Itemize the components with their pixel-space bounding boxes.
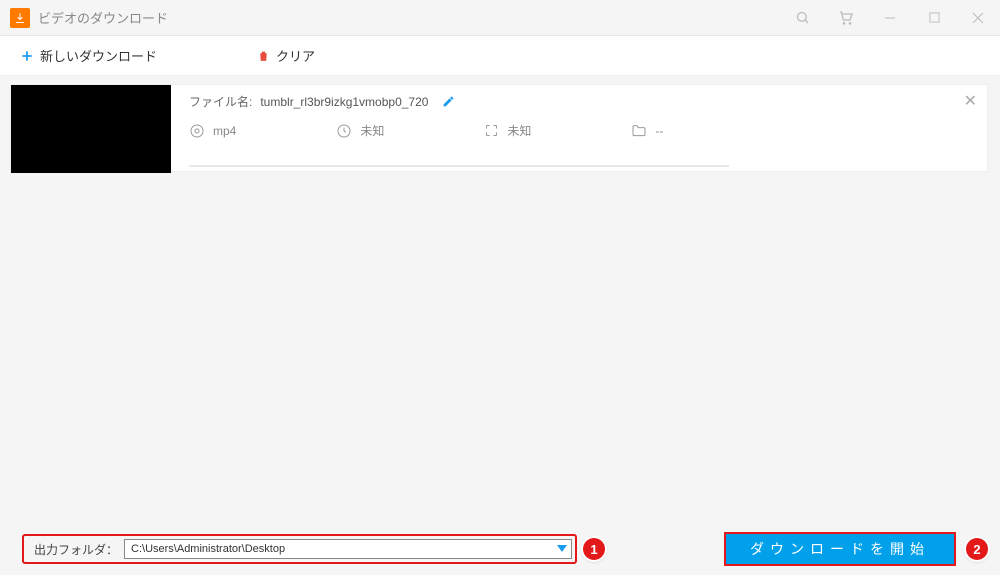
format-value: mp4: [213, 124, 236, 138]
new-download-button[interactable]: 新しいダウンロード: [0, 36, 177, 75]
titlebar: ビデオのダウンロード: [0, 0, 1000, 36]
download-item: ファイル名: tumblr_rl3br9izkg1vmobp0_720 mp4: [10, 84, 988, 172]
duration-meta: 未知: [336, 122, 384, 139]
disc-icon: [189, 123, 205, 139]
cart-icon[interactable]: [824, 0, 868, 36]
resolution-meta: 未知: [484, 122, 531, 139]
close-button[interactable]: [956, 0, 1000, 36]
duration-value: 未知: [360, 122, 384, 139]
output-folder-field[interactable]: [124, 539, 572, 559]
resolution-value: 未知: [507, 122, 531, 139]
trash-icon: [257, 49, 270, 63]
start-download-button[interactable]: ダウンロードを開始: [724, 532, 956, 566]
window-title: ビデオのダウンロード: [38, 8, 168, 27]
footer-bar: 出力フォルダ： 1 ダウンロードを開始 2: [0, 523, 1000, 575]
maximize-button[interactable]: [912, 0, 956, 36]
folder-meta: --: [631, 123, 663, 139]
progress-divider: [189, 165, 729, 167]
search-icon[interactable]: [780, 0, 824, 36]
callout-badge-1: 1: [583, 538, 605, 560]
app-icon: [10, 8, 30, 28]
edit-filename-icon[interactable]: [442, 95, 455, 108]
minimize-button[interactable]: [868, 0, 912, 36]
clock-icon: [336, 123, 352, 139]
folder-value: --: [655, 124, 663, 138]
callout-badge-2: 2: [966, 538, 988, 560]
filename-value: tumblr_rl3br9izkg1vmobp0_720: [260, 95, 428, 109]
output-folder-input[interactable]: [125, 541, 553, 557]
filename-label: ファイル名:: [189, 93, 252, 110]
window-controls: [780, 0, 1000, 36]
folder-icon: [631, 123, 647, 139]
clear-label: クリア: [276, 46, 315, 65]
new-download-label: 新しいダウンロード: [40, 46, 157, 65]
format-meta: mp4: [189, 123, 236, 139]
start-download-label: ダウンロードを開始: [750, 539, 930, 559]
clear-button[interactable]: クリア: [237, 36, 335, 75]
remove-item-icon[interactable]: ✕: [964, 91, 977, 111]
video-thumbnail: [11, 85, 171, 173]
output-folder-group: 出力フォルダ：: [22, 534, 577, 564]
dropdown-icon[interactable]: [553, 540, 571, 558]
toolbar: 新しいダウンロード クリア: [0, 36, 1000, 76]
expand-icon: [484, 123, 499, 138]
plus-icon: [20, 49, 34, 63]
output-folder-label: 出力フォルダ：: [34, 541, 118, 558]
